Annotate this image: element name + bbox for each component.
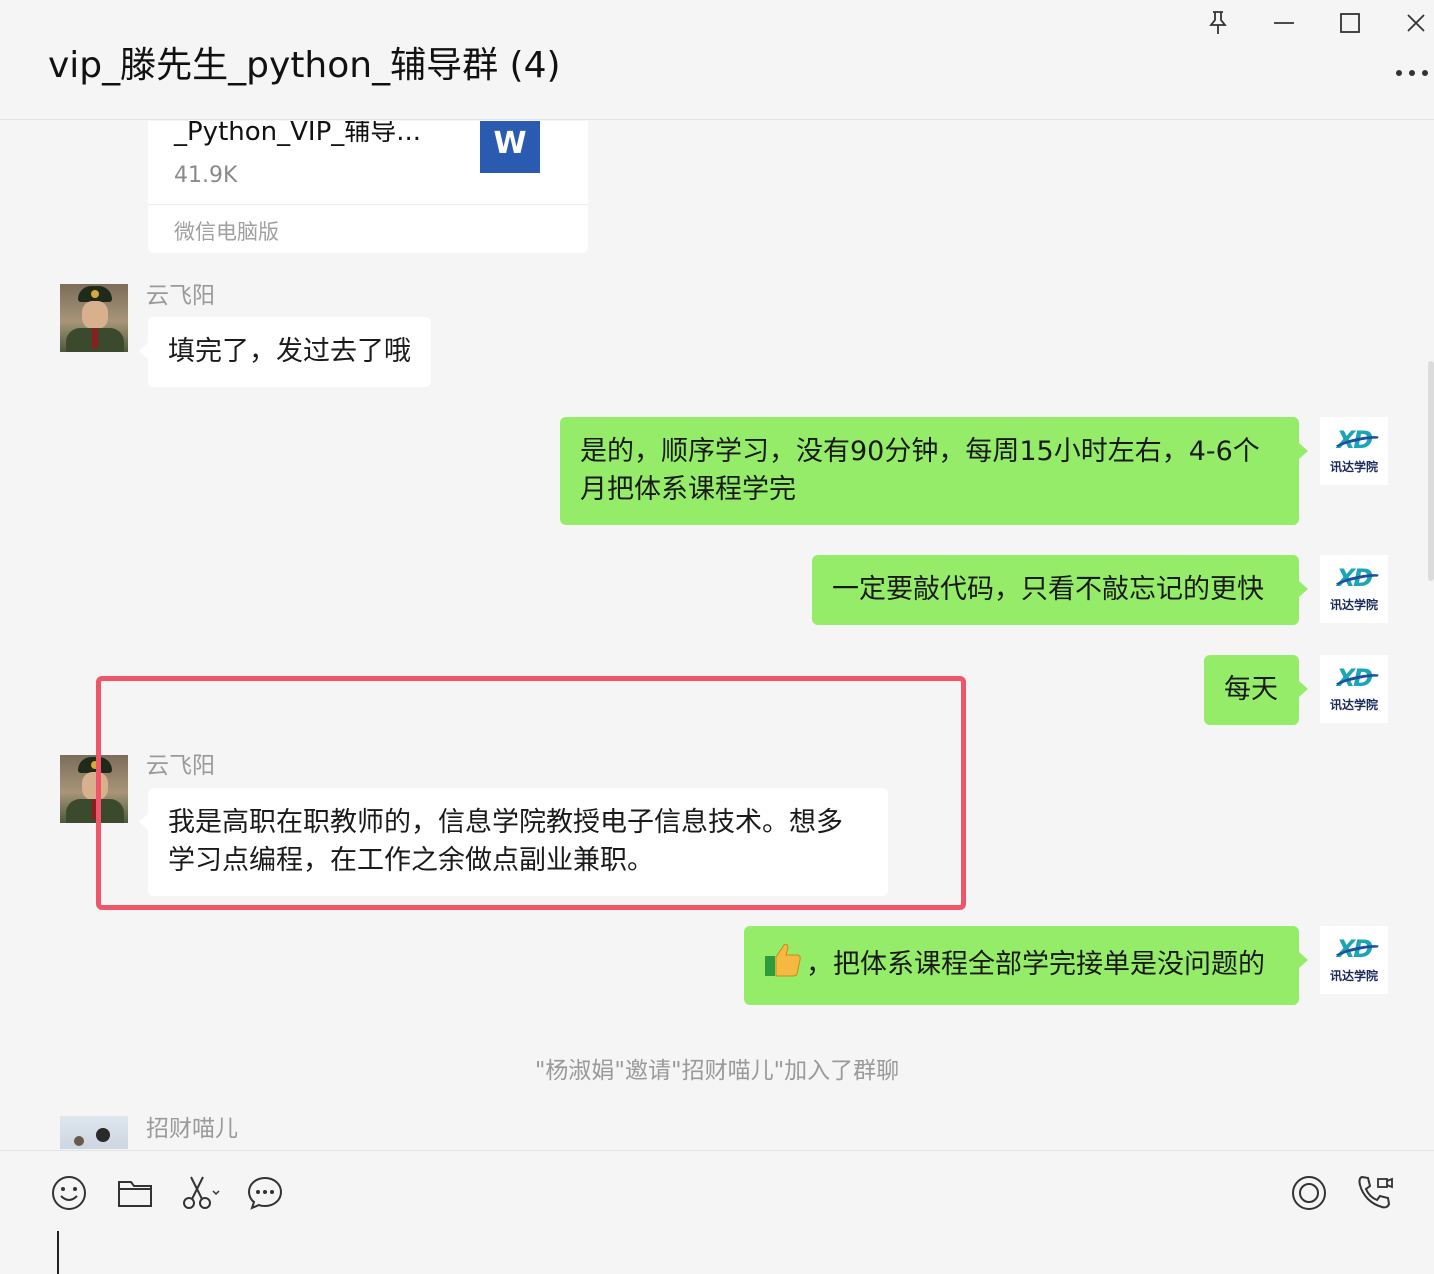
input-toolbar bbox=[0, 1150, 1434, 1274]
message-text: 月把体系课程学完 bbox=[580, 474, 796, 505]
message-bubble[interactable]: ，把体系课程全部学完接单是没问题的 bbox=[744, 926, 1308, 1005]
chat-history-icon[interactable] bbox=[245, 1173, 285, 1213]
file-name: _Python_VIP_辅导... bbox=[174, 121, 422, 147]
avatar[interactable] bbox=[60, 284, 128, 352]
xd-logo-icon: XD bbox=[1332, 566, 1384, 593]
message-text: ，把体系课程全部学完接单是没问题的 bbox=[806, 949, 1265, 980]
more-options-icon[interactable] bbox=[1392, 58, 1432, 88]
emoji-icon[interactable] bbox=[49, 1173, 89, 1213]
message-text: 学习点编程，在工作之余做点副业兼职。 bbox=[168, 845, 654, 876]
xd-logo-icon: XD bbox=[1332, 666, 1384, 693]
sender-name: 招财喵儿 bbox=[146, 1116, 238, 1142]
scrollbar[interactable] bbox=[1428, 361, 1434, 581]
avatar[interactable]: XD 讯达学院 bbox=[1320, 926, 1388, 994]
scissors-icon[interactable] bbox=[181, 1173, 221, 1213]
voice-video-call-icon[interactable] bbox=[1355, 1173, 1395, 1213]
text-input-caret[interactable] bbox=[57, 1231, 59, 1274]
message-bubble[interactable]: 填完了，发过去了哦 bbox=[139, 317, 431, 387]
system-message: "杨淑娟"邀请"招财喵儿"加入了群聊 bbox=[534, 1058, 900, 1084]
avatar[interactable] bbox=[60, 1116, 128, 1149]
live-stream-icon[interactable] bbox=[1289, 1173, 1329, 1213]
message-bubble[interactable]: 是的，顺序学习，没有90分钟，每周15小时左右，4-6个 月把体系课程学完 bbox=[560, 417, 1308, 525]
word-file-icon: W bbox=[480, 121, 540, 173]
file-size: 41.9K bbox=[174, 163, 238, 188]
folder-icon[interactable] bbox=[115, 1173, 155, 1213]
xd-logo-icon: XD bbox=[1332, 937, 1384, 964]
sender-name: 云飞阳 bbox=[146, 283, 215, 309]
minimize-icon[interactable] bbox=[1262, 6, 1306, 40]
file-message-card[interactable]: _Python_VIP_辅导... 41.9K W 微信电脑版 bbox=[148, 121, 588, 253]
close-icon[interactable] bbox=[1394, 6, 1434, 40]
message-text: 是的，顺序学习，没有90分钟，每周15小时左右，4-6个 bbox=[580, 436, 1260, 467]
message-text: 每天 bbox=[1224, 674, 1278, 705]
message-bubble[interactable]: 我是高职在职教师的，信息学院教授电子信息技术。想多 学习点编程，在工作之余做点副… bbox=[139, 788, 888, 896]
message-bubble[interactable]: 一定要敲代码，只看不敲忘记的更快 bbox=[812, 555, 1308, 625]
message-bubble[interactable]: 每天 bbox=[1204, 655, 1308, 725]
avatar[interactable] bbox=[60, 755, 128, 823]
divider bbox=[148, 204, 588, 205]
message-text: 一定要敲代码，只看不敲忘记的更快 bbox=[832, 574, 1264, 605]
file-source: 微信电脑版 bbox=[174, 220, 279, 244]
message-text: 填完了，发过去了哦 bbox=[168, 336, 411, 367]
title-bar: vip_滕先生_python_辅导群 (4) bbox=[0, 0, 1434, 120]
avatar[interactable]: XD 讯达学院 bbox=[1320, 655, 1388, 723]
chat-history[interactable]: _Python_VIP_辅导... 41.9K W 微信电脑版 云飞阳 填完了，… bbox=[0, 121, 1434, 1149]
chat-title: vip_滕先生_python_辅导群 (4) bbox=[48, 45, 561, 86]
avatar[interactable]: XD 讯达学院 bbox=[1320, 417, 1388, 485]
sender-name: 云飞阳 bbox=[146, 753, 215, 779]
pin-icon[interactable] bbox=[1196, 6, 1240, 40]
message-text: 我是高职在职教师的，信息学院教授电子信息技术。想多 bbox=[168, 807, 843, 838]
xd-logo-icon: XD bbox=[1332, 428, 1384, 455]
avatar[interactable]: XD 讯达学院 bbox=[1320, 555, 1388, 623]
thumbs-up-icon bbox=[764, 942, 802, 989]
maximize-icon[interactable] bbox=[1328, 6, 1372, 40]
